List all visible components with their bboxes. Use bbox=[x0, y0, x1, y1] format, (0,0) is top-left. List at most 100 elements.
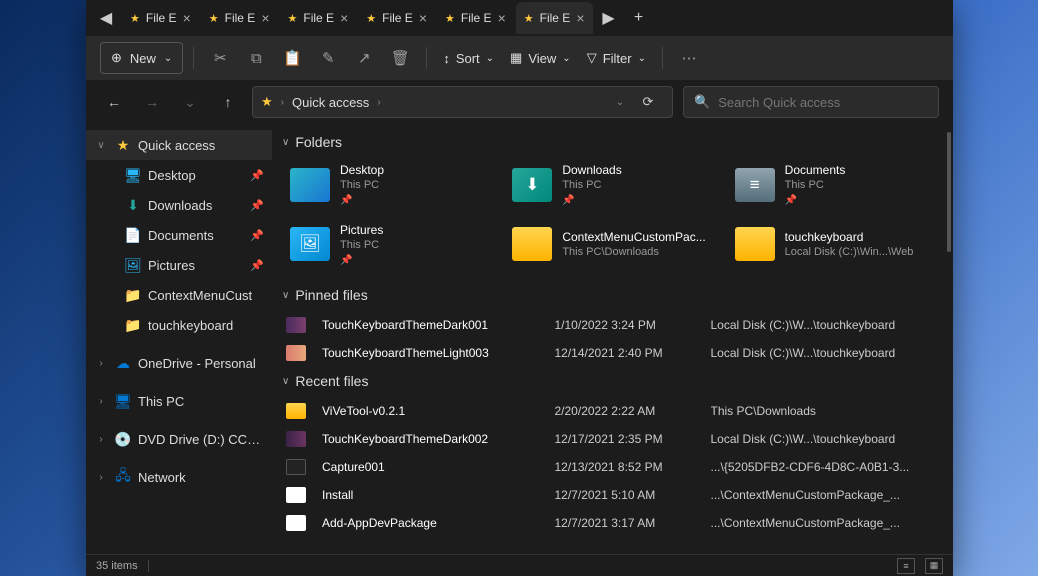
expand-icon[interactable]: › bbox=[94, 396, 108, 407]
copy-button[interactable]: ⧉ bbox=[240, 42, 272, 74]
close-icon[interactable]: × bbox=[498, 10, 506, 26]
pin-icon: 📌 bbox=[340, 194, 492, 208]
delete-button[interactable]: 🗑 bbox=[384, 42, 416, 74]
chevron-down-icon: ⌄ bbox=[562, 53, 570, 64]
navigation-pane[interactable]: ∨★Quick access🖥Desktop📌⬇Downloads📌📄Docum… bbox=[86, 124, 272, 554]
sidebar-item-downloads[interactable]: ⬇Downloads📌 bbox=[86, 190, 272, 220]
tab-2[interactable]: ★File E× bbox=[280, 2, 357, 34]
sidebar-item-dvd-drive-d-ccco[interactable]: ›💿DVD Drive (D:) CCCO bbox=[86, 424, 272, 454]
filter-button[interactable]: ▽ Filter ⌄ bbox=[581, 42, 652, 74]
divider bbox=[662, 47, 663, 69]
close-icon[interactable]: × bbox=[183, 10, 191, 26]
sidebar-item-this-pc[interactable]: ›🖥This PC bbox=[86, 386, 272, 416]
ellipsis-icon: ⋯ bbox=[681, 49, 696, 67]
address-bar[interactable]: ★ › Quick access › ⌄ ⟳ bbox=[252, 86, 673, 118]
file-row[interactable]: Install12/7/2021 5:10 AM...\ContextMenuC… bbox=[278, 481, 941, 509]
section-recent-header[interactable]: ∨ Recent files bbox=[278, 367, 941, 397]
file-row[interactable]: TouchKeyboardThemeDark00212/17/2021 2:35… bbox=[278, 425, 941, 453]
tab-scroll-prev[interactable]: ◀ bbox=[92, 4, 120, 32]
tab-0[interactable]: ★File E× bbox=[122, 2, 199, 34]
section-folders-header[interactable]: ∨ Folders bbox=[278, 128, 941, 158]
sidebar-item-quick-access[interactable]: ∨★Quick access bbox=[86, 130, 272, 160]
tab-4[interactable]: ★File E× bbox=[437, 2, 514, 34]
chevron-down-icon: ∨ bbox=[282, 137, 289, 148]
thumbnails-view-button[interactable]: ▦ bbox=[925, 558, 943, 574]
chevron-down-icon[interactable]: ⌄ bbox=[616, 97, 624, 108]
file-date: 12/14/2021 2:40 PM bbox=[555, 346, 705, 360]
sidebar-item-desktop[interactable]: 🖥Desktop📌 bbox=[86, 160, 272, 190]
folder-icon bbox=[512, 227, 552, 261]
share-button[interactable]: ↗ bbox=[348, 42, 380, 74]
folder-name: Documents bbox=[785, 162, 937, 178]
file-row[interactable]: Add-AppDevPackage12/7/2021 3:17 AM...\Co… bbox=[278, 509, 941, 537]
sidebar-item-network[interactable]: ›🖧Network bbox=[86, 462, 272, 492]
sidebar-item-touchkeyboard[interactable]: 📁touchkeyboard bbox=[86, 310, 272, 340]
folder-pictures[interactable]: 🖼PicturesThis PC📌 bbox=[286, 218, 496, 272]
new-button[interactable]: ⊕ New ⌄ bbox=[100, 42, 183, 74]
content-pane[interactable]: ∨ Folders DesktopThis PC📌⬇DownloadsThis … bbox=[272, 124, 953, 554]
refresh-button[interactable]: ⟳ bbox=[632, 94, 664, 110]
file-name: Capture001 bbox=[322, 460, 549, 474]
sidebar-item-documents[interactable]: 📄Documents📌 bbox=[86, 220, 272, 250]
new-tab-button[interactable]: + bbox=[625, 4, 653, 32]
folder-downloads[interactable]: ⬇DownloadsThis PC📌 bbox=[508, 158, 718, 212]
expand-icon[interactable]: ∨ bbox=[94, 140, 108, 151]
file-name: ViVeTool-v0.2.1 bbox=[322, 404, 549, 418]
pin-icon: 📌 bbox=[250, 259, 264, 272]
pinned-files-list: TouchKeyboardThemeDark0011/10/2022 3:24 … bbox=[278, 311, 941, 367]
tab-1[interactable]: ★File E× bbox=[201, 2, 278, 34]
folder-contextmenucustompac-[interactable]: ContextMenuCustomPac...This PC\Downloads bbox=[508, 218, 718, 272]
divider bbox=[193, 47, 194, 69]
rename-button[interactable]: ✎ bbox=[312, 42, 344, 74]
chevron-down-icon: ∨ bbox=[282, 290, 289, 301]
pin-icon: 📌 bbox=[250, 169, 264, 182]
sidebar-item-contextmenucust[interactable]: 📁ContextMenuCust bbox=[86, 280, 272, 310]
forward-button[interactable]: → bbox=[138, 88, 166, 116]
recent-locations-button[interactable]: ⌄ bbox=[176, 88, 204, 116]
file-row[interactable]: ViVeTool-v0.2.12/20/2022 2:22 AMThis PC\… bbox=[278, 397, 941, 425]
tab-5[interactable]: ★File E× bbox=[516, 2, 593, 34]
details-view-button[interactable]: ≡ bbox=[897, 558, 915, 574]
section-pinned-header[interactable]: ∨ Pinned files bbox=[278, 281, 941, 311]
folder-path: This PC bbox=[340, 238, 492, 253]
expand-icon[interactable]: › bbox=[94, 358, 108, 369]
sort-button[interactable]: ↕ Sort ⌄ bbox=[437, 42, 500, 74]
cut-button[interactable]: ✂ bbox=[204, 42, 236, 74]
trash-icon: 🗑 bbox=[391, 49, 410, 67]
breadcrumb-location[interactable]: Quick access bbox=[292, 95, 369, 110]
close-icon[interactable]: × bbox=[576, 10, 584, 26]
folder-documents[interactable]: ≡DocumentsThis PC📌 bbox=[731, 158, 941, 212]
folder-name: Desktop bbox=[340, 162, 492, 178]
view-label: View bbox=[528, 51, 556, 66]
folder-path: This PC bbox=[562, 178, 714, 193]
close-icon[interactable]: × bbox=[261, 10, 269, 26]
paste-button[interactable]: 📋 bbox=[276, 42, 308, 74]
more-button[interactable]: ⋯ bbox=[673, 42, 705, 74]
close-icon[interactable]: × bbox=[419, 10, 427, 26]
folder-desktop[interactable]: DesktopThis PC📌 bbox=[286, 158, 496, 212]
file-row[interactable]: TouchKeyboardThemeDark0011/10/2022 3:24 … bbox=[278, 311, 941, 339]
sidebar-item-onedrive-personal[interactable]: ›☁OneDrive - Personal bbox=[86, 348, 272, 378]
chevron-down-icon: ⌄ bbox=[486, 53, 494, 64]
search-input[interactable] bbox=[718, 95, 928, 110]
file-row[interactable]: TouchKeyboardThemeLight00312/14/2021 2:4… bbox=[278, 339, 941, 367]
scrollbar[interactable] bbox=[947, 132, 951, 252]
chevron-down-icon: ⌄ bbox=[164, 53, 172, 64]
recent-files-list: ViVeTool-v0.2.12/20/2022 2:22 AMThis PC\… bbox=[278, 397, 941, 537]
tab-3[interactable]: ★File E× bbox=[358, 2, 435, 34]
folder-touchkeyboard[interactable]: touchkeyboardLocal Disk (C:)\Win...\Web bbox=[731, 218, 941, 272]
up-button[interactable]: ↑ bbox=[214, 88, 242, 116]
divider bbox=[426, 47, 427, 69]
item-icon: ★ bbox=[114, 137, 132, 154]
file-row[interactable]: Capture00112/13/2021 8:52 PM...\{5205DFB… bbox=[278, 453, 941, 481]
search-box[interactable]: 🔍 bbox=[683, 86, 939, 118]
view-button[interactable]: ▦ View ⌄ bbox=[504, 42, 577, 74]
tab-scroll-next[interactable]: ▶ bbox=[595, 4, 623, 32]
close-icon[interactable]: × bbox=[340, 10, 348, 26]
expand-icon[interactable]: › bbox=[94, 434, 108, 445]
file-icon bbox=[286, 515, 306, 531]
file-location: ...\ContextMenuCustomPackage_... bbox=[711, 488, 938, 502]
back-button[interactable]: ← bbox=[100, 88, 128, 116]
expand-icon[interactable]: › bbox=[94, 472, 108, 483]
sidebar-item-pictures[interactable]: 🖼Pictures📌 bbox=[86, 250, 272, 280]
